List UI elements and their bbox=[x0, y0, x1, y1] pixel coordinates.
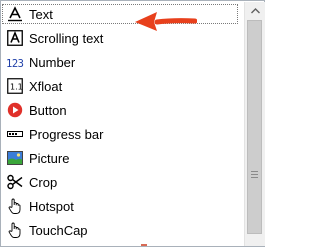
picture-icon bbox=[6, 149, 24, 167]
list-item-hotspot[interactable]: Hotspot bbox=[2, 194, 242, 218]
list-item-label: Progress bar bbox=[29, 126, 104, 142]
list-item-label: Number bbox=[29, 54, 76, 70]
list-item-label: Crop bbox=[29, 174, 58, 190]
list-item-touchcap[interactable]: TouchCap bbox=[2, 218, 242, 242]
list-item-crop[interactable]: Crop bbox=[2, 170, 242, 194]
list-item-scrolling-text[interactable]: Scrolling text bbox=[2, 26, 242, 50]
scrolling-text-icon bbox=[6, 29, 24, 47]
list-item-button[interactable]: Button bbox=[2, 98, 242, 122]
list-item-number[interactable]: 123 Number bbox=[2, 50, 242, 74]
number-123-icon: 123 bbox=[6, 53, 24, 71]
xfloat-icon: 1.1 bbox=[6, 77, 24, 95]
hand-pointer-icon bbox=[6, 221, 24, 239]
list-item-text[interactable]: Text bbox=[2, 2, 242, 26]
button-play-icon bbox=[6, 101, 24, 119]
element-type-list-panel: Text Scrolling text 123 Number 1.1 Xfloa… bbox=[0, 0, 265, 247]
list-item-picture[interactable]: Picture bbox=[2, 146, 242, 170]
list-item-label: Picture bbox=[29, 150, 70, 166]
list-item-label: Scrolling text bbox=[29, 30, 104, 46]
vertical-scrollbar[interactable] bbox=[244, 2, 265, 246]
list-item-label: TouchCap bbox=[29, 222, 88, 238]
scrollbar-thumb[interactable] bbox=[247, 20, 262, 234]
scissors-icon bbox=[6, 173, 24, 191]
svg-text:1.1: 1.1 bbox=[10, 83, 23, 92]
scrollbar-grip-icon bbox=[251, 174, 258, 175]
scrollbar-grip-icon bbox=[251, 177, 258, 178]
cut-off-annotation-mark bbox=[141, 244, 147, 246]
scroll-up-arrow-icon[interactable] bbox=[245, 2, 265, 19]
progress-bar-icon bbox=[6, 125, 24, 143]
svg-text:123: 123 bbox=[6, 58, 24, 70]
selection-focus-box bbox=[2, 4, 238, 24]
red-arrow-annotation-icon bbox=[135, 12, 197, 31]
scrollbar-grip-icon bbox=[251, 171, 258, 172]
element-type-list[interactable]: Text Scrolling text 123 Number 1.1 Xfloa… bbox=[2, 2, 242, 246]
list-item-label: Xfloat bbox=[29, 78, 63, 94]
list-item-progress-bar[interactable]: Progress bar bbox=[2, 122, 242, 146]
list-item-label: Button bbox=[29, 102, 67, 118]
list-item-xfloat[interactable]: 1.1 Xfloat bbox=[2, 74, 242, 98]
hand-pointer-icon bbox=[6, 197, 24, 215]
list-item-label: Hotspot bbox=[29, 198, 74, 214]
